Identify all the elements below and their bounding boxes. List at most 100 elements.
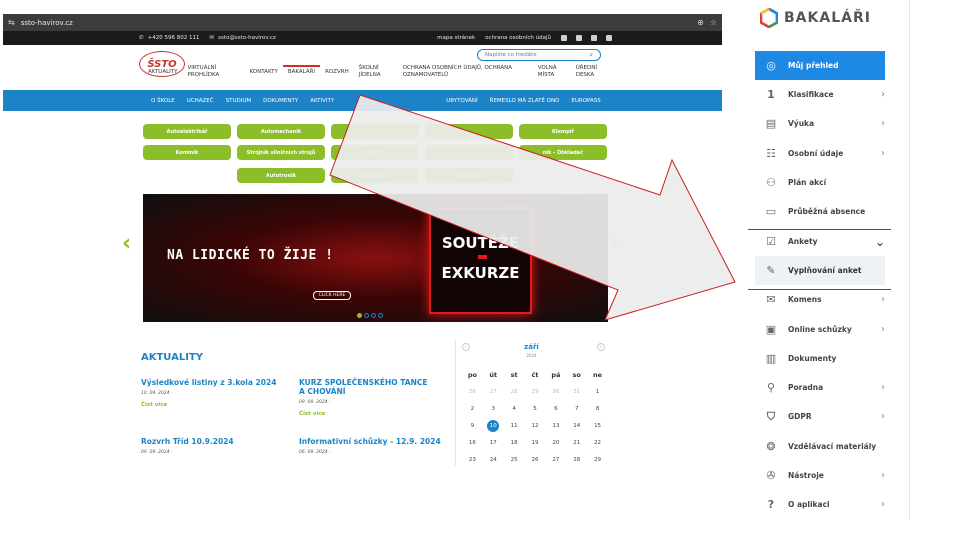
nav-rozvrh[interactable]: ROZVRH xyxy=(320,65,354,78)
sidebar-item-osobní-údaje[interactable]: ☷ Osobní údaje › xyxy=(755,139,885,168)
chevron-right-icon[interactable]: › xyxy=(881,118,885,129)
nav-school-canteen[interactable]: ŠKOLNÍ JÍDELNA xyxy=(354,65,398,78)
nav-remeslo[interactable]: ŘEMESLO MÁ ZLATÉ DNO xyxy=(484,98,566,104)
instagram-icon[interactable] xyxy=(561,35,567,41)
carousel-dot-3[interactable] xyxy=(371,313,376,318)
chevron-right-icon[interactable]: › xyxy=(881,148,885,159)
nav-europass[interactable]: EUROPASS xyxy=(565,98,606,104)
calendar-day[interactable]: 8 xyxy=(587,400,608,417)
news-title[interactable]: Výsledkové listiny z 3.kola 2024 xyxy=(141,378,281,387)
calendar-day[interactable]: 11 xyxy=(504,417,525,434)
zoom-icon[interactable]: ⊕ xyxy=(697,18,704,27)
calendar-day[interactable]: 7 xyxy=(566,400,587,417)
calendar-day[interactable]: 20 xyxy=(545,434,566,451)
field-button-automechanik[interactable]: Automechanik xyxy=(237,124,325,139)
field-button-tesar[interactable]: Tesař xyxy=(331,145,419,160)
sidebar-item-poradna[interactable]: ⚲ Poradna › xyxy=(755,373,885,402)
calendar-day[interactable]: 5 xyxy=(525,400,546,417)
chevron-right-icon[interactable]: › xyxy=(881,294,885,305)
address-bar[interactable]: ⇆ ssto-havirov.cz ⊕ ☆ xyxy=(3,14,722,31)
phone-number[interactable]: +420 596 802 111 xyxy=(148,35,200,41)
sidebar-item-vzdělávací-materiály[interactable]: ❂ Vzdělávací materiály xyxy=(755,432,885,461)
nav-privacy[interactable]: OCHRANA OSOBNÍCH ÚDAJŮ, OCHRANA OZNAMOVA… xyxy=(398,65,533,78)
chevron-right-icon[interactable]: › xyxy=(881,470,885,481)
hero-banner[interactable]: NA LIDICKÉ TO ŽIJE ! CLICK HERE SOUTĚŽE … xyxy=(143,194,608,322)
field-button-autotronik[interactable]: Autotronik xyxy=(237,168,325,183)
calendar-day[interactable]: 21 xyxy=(566,434,587,451)
nav-notice-board[interactable]: ÚŘEDNÍ DESKA xyxy=(571,65,611,78)
field-button-4[interactable] xyxy=(425,124,513,139)
sidebar-item-můj-přehled[interactable]: ◎ Můj přehled xyxy=(755,51,885,80)
carousel-dot-1[interactable] xyxy=(357,313,362,318)
news-item[interactable]: Informativní schůzky - 12.9. 2024 06. 09… xyxy=(299,437,449,455)
sidebar-item-dokumenty[interactable]: ▥ Dokumenty xyxy=(755,344,885,373)
calendar-day[interactable]: 12 xyxy=(525,417,546,434)
youtube-icon[interactable] xyxy=(591,35,597,41)
url-text[interactable]: ssto-havirov.cz xyxy=(21,19,73,27)
sidebar-item-plán-akcí[interactable]: ⚇ Plán akcí xyxy=(755,168,885,197)
calendar-day[interactable]: 6 xyxy=(545,400,566,417)
field-button-9[interactable] xyxy=(425,145,513,160)
calendar-day[interactable]: 13 xyxy=(545,417,566,434)
carousel-dot-4[interactable] xyxy=(378,313,383,318)
search-icon[interactable]: ⌕ xyxy=(589,51,593,60)
calendar-day[interactable]: 3 xyxy=(483,400,504,417)
chevron-down-icon[interactable]: ⌄ xyxy=(875,235,885,249)
nav-aktivity[interactable]: AKTIVITY xyxy=(304,98,340,104)
sidebar-item-ankety[interactable]: ☑ Ankety ⌄ xyxy=(755,227,885,256)
calendar-day[interactable]: 1 xyxy=(587,383,608,400)
sidebar-item-průběžná-absence[interactable]: ▭ Průběžná absence xyxy=(755,197,885,226)
read-more-link[interactable]: Číst více xyxy=(141,402,281,408)
field-button-autoelektrikar[interactable]: Autoelektrikář xyxy=(143,124,231,139)
chevron-right-icon[interactable]: › xyxy=(881,411,885,422)
chevron-right-icon[interactable]: › xyxy=(881,89,885,100)
nav-virtual-tour[interactable]: VIRTUÁLNÍ PROHLÍDKA xyxy=(183,65,245,78)
calendar-day[interactable]: 16 xyxy=(462,434,483,451)
calendar-day[interactable]: 15 xyxy=(587,417,608,434)
calendar-day[interactable]: 24 xyxy=(483,451,504,468)
calendar-day[interactable]: 28 xyxy=(504,383,525,400)
bookmark-star-icon[interactable]: ☆ xyxy=(710,18,717,27)
chevron-right-icon[interactable]: › xyxy=(881,324,885,335)
carousel-dot-2[interactable] xyxy=(364,313,369,318)
nav-vacancies[interactable]: VOLNÁ MÍSTA xyxy=(533,65,571,78)
calendar-day[interactable]: 2 xyxy=(462,400,483,417)
read-more-link[interactable]: Číst více xyxy=(299,411,429,417)
calendar-day[interactable]: 28 xyxy=(566,451,587,468)
site-settings-icon[interactable]: ⇆ xyxy=(8,18,15,27)
chevron-right-icon[interactable]: › xyxy=(881,382,885,393)
calendar-day[interactable]: 26 xyxy=(525,451,546,468)
calendar-day[interactable]: 29 xyxy=(525,383,546,400)
email-address[interactable]: ssto@ssto-havirov.cz xyxy=(218,35,276,41)
calendar-day[interactable]: 18 xyxy=(504,434,525,451)
nav-aktuality[interactable]: AKTUALITY xyxy=(143,65,183,78)
sidebar-item-klasifikace[interactable]: 1 Klasifikace › xyxy=(755,80,885,109)
calendar-day[interactable]: 4 xyxy=(504,400,525,417)
field-button-priprava[interactable]: Příprava xyxy=(425,168,513,183)
nav-bakalari[interactable]: BAKALÁŘI xyxy=(282,65,321,78)
calendar-today-marker[interactable]: 10 xyxy=(487,419,500,432)
news-item[interactable]: Rozvrh Tříd 10.9.2024 09. 09. 2024 - xyxy=(141,437,281,455)
privacy-link[interactable]: ochrana osobních údajů xyxy=(485,35,551,41)
carousel-prev-icon[interactable]: ‹ xyxy=(122,231,131,256)
field-button-kominik[interactable]: Kominík xyxy=(143,145,231,160)
calendar-day[interactable]: 17 xyxy=(483,434,504,451)
nav-dokumenty[interactable]: DOKUMENTY xyxy=(257,98,304,104)
sidebar-item-o-aplikaci[interactable]: ? O aplikaci › xyxy=(755,490,885,519)
calendar-day[interactable]: 29 xyxy=(587,451,608,468)
news-title[interactable]: Informativní schůzky - 12.9. 2024 xyxy=(299,437,449,446)
sidebar-item-vyplňování-anket[interactable]: ✎ Vyplňování anket xyxy=(755,256,885,285)
calendar-day[interactable]: 9 xyxy=(462,417,483,434)
news-item[interactable]: Výsledkové listiny z 3.kola 2024 10. 09.… xyxy=(141,378,281,408)
carousel-next-icon[interactable]: › xyxy=(610,231,619,256)
news-title[interactable]: Rozvrh Tříd 10.9.2024 xyxy=(141,437,281,446)
field-button-3[interactable] xyxy=(331,124,419,139)
nav-kontakty[interactable]: KONTAKTY xyxy=(245,65,283,78)
calendar-day[interactable]: 30 xyxy=(545,383,566,400)
sidebar-item-výuka[interactable]: ▤ Výuka › xyxy=(755,109,885,138)
calendar-next-icon[interactable]: › xyxy=(597,343,605,351)
news-item[interactable]: KURZ SPOLEČENSKÉHO TANCE A CHOVÁNÍ 09. 0… xyxy=(299,378,429,417)
facebook-icon[interactable] xyxy=(576,35,582,41)
field-button-podlahar[interactable]: Podlahář xyxy=(331,168,419,183)
bakalari-logo[interactable]: BAKALÁŘI xyxy=(760,8,871,28)
